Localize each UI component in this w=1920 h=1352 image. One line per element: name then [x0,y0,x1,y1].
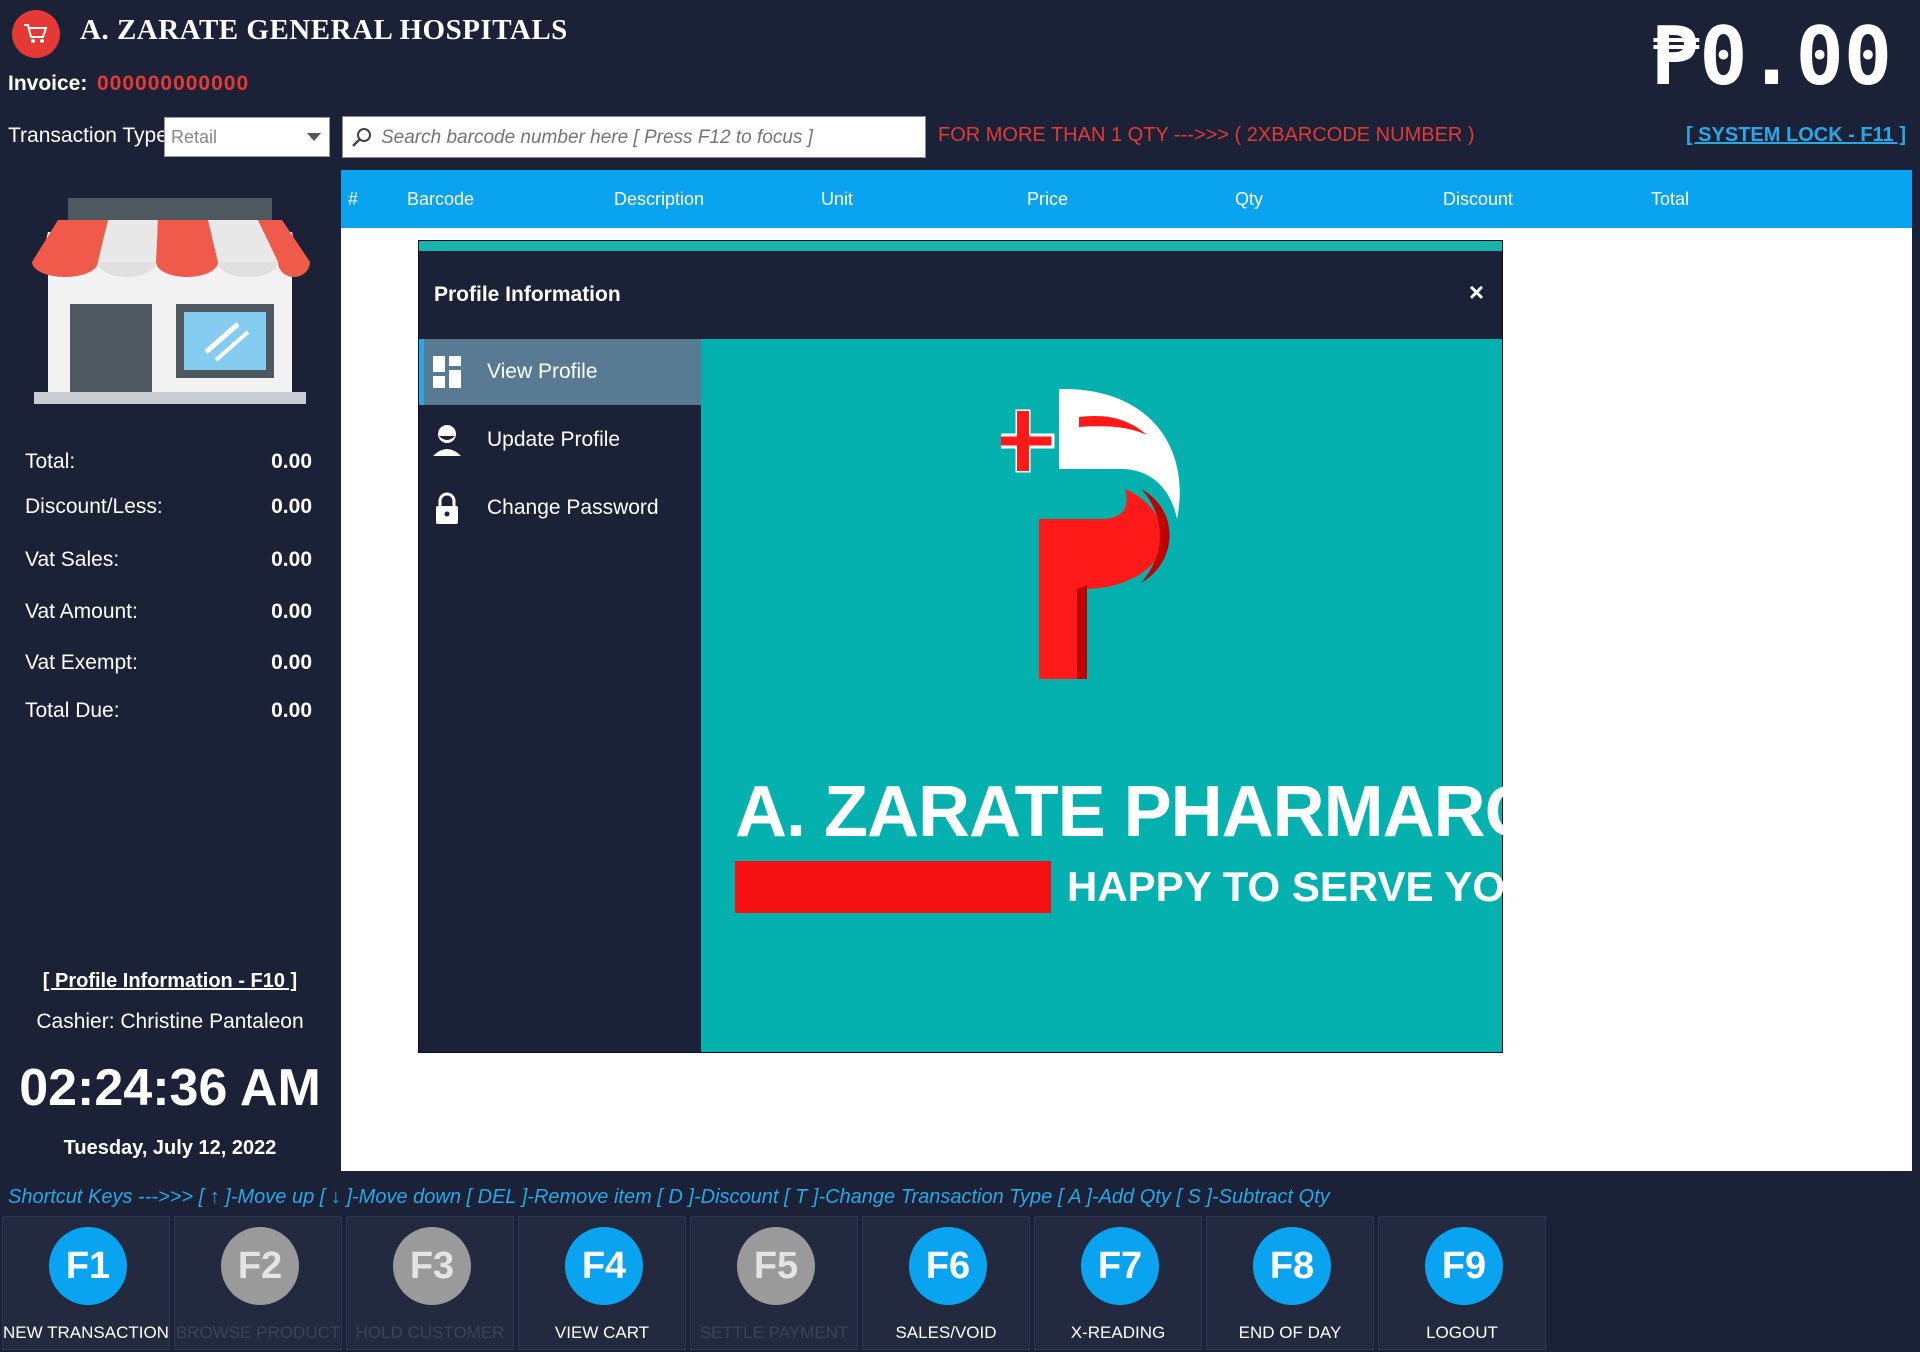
f7-x-reading-button[interactable]: F7 X-READING [1034,1216,1202,1350]
brand-tagline: HAPPY TO SERVE YOU! [1067,863,1550,910]
menu-item-update-profile[interactable]: Update Profile [419,407,701,473]
f1-new-transaction-button[interactable]: F1 NEW TRANSACTION [2,1216,170,1350]
f2-label: BROWSE PRODUCT [175,1323,341,1342]
f8-key-icon: F8 [1253,1227,1331,1305]
profile-menu: View Profile Update Profile Change Passw… [419,339,701,1052]
summary-vat-sales-label: Vat Sales: [25,548,120,571]
f2-browse-product-button[interactable]: F2 BROWSE PRODUCT [174,1216,342,1350]
menu-item-view-profile[interactable]: View Profile [419,339,701,405]
menu-item-change-password[interactable]: Change Password [419,475,701,541]
summary-discount-label: Discount/Less: [25,495,163,518]
f1-label: NEW TRANSACTION [3,1323,169,1342]
f3-key-icon: F3 [393,1227,471,1305]
f5-label: SETTLE PAYMENT [699,1323,849,1342]
f4-key-icon: F4 [565,1227,643,1305]
profile-content-panel: A. ZARATE PHARMARCY HAPPY TO SERVE YOU! [701,339,1584,1052]
column-header-price: Price [1027,189,1069,209]
summary-vat-amount-label: Vat Amount: [25,600,138,623]
f3-label: HOLD CUSTOMER [355,1323,505,1342]
f7-key-icon: F7 [1081,1227,1159,1305]
summary-vat-amount-value: 0.00 [271,600,312,623]
modal-title: Profile Information [434,283,621,306]
f6-sales-void-button[interactable]: F6 SALES/VOID [862,1216,1030,1350]
qty-note: FOR MORE THAN 1 QTY --->>> ( 2XBARCODE N… [938,124,1475,146]
app-title: A. ZARATE GENERAL HOSPITALS [80,14,568,46]
column-header-description: Description [614,189,705,209]
f4-label: VIEW CART [554,1323,650,1342]
column-header-discount: Discount [1443,189,1514,209]
summary-discount-value: 0.00 [271,495,312,518]
transaction-type-select[interactable]: Retail [164,117,330,157]
summary-total-label: Total: [25,450,76,473]
summary-vat-exempt-label: Vat Exempt: [25,651,138,674]
summary-total-due-label: Total Due: [25,699,120,722]
modal-accent-bar [419,241,1502,251]
column-header-barcode: Barcode [407,189,475,209]
f3-hold-customer-button[interactable]: F3 HOLD CUSTOMER [346,1216,514,1350]
summary-total-value: 0.00 [271,450,312,473]
user-icon [432,425,462,456]
column-header-unit: Unit [821,189,854,209]
f9-label: LOGOUT [1426,1323,1498,1342]
column-header-number: # [348,189,359,209]
f5-key-icon: F5 [737,1227,815,1305]
summary-vat-exempt-value: 0.00 [271,651,312,674]
f9-key-icon: F9 [1425,1227,1503,1305]
f6-key-icon: F6 [909,1227,987,1305]
menu-item-label: Update Profile [487,428,621,451]
clock: 02:24:36 AM [19,1059,321,1117]
f1-key-icon: F1 [49,1227,127,1305]
menu-item-label: View Profile [487,360,598,383]
f8-label: END OF DAY [1238,1323,1342,1342]
profile-information-link[interactable]: [ Profile Information - F10 ] [0,970,340,993]
cashier-name: Cashier: Christine Pantaleon [36,1010,304,1033]
brand-red-bar [735,861,1051,913]
transaction-type-label: Transaction Type: [8,124,174,147]
dashboard-icon [432,356,462,388]
table-header: # Barcode Description Unit Price Qty Dis… [341,170,1912,228]
f6-label: SALES/VOID [895,1323,997,1342]
column-header-qty: Qty [1235,189,1264,209]
f7-label: X-READING [1070,1323,1166,1342]
f4-view-cart-button[interactable]: F4 VIEW CART [518,1216,686,1350]
store-icon [28,192,312,415]
barcode-search-input[interactable] [379,117,923,159]
invoice-number: 000000000000 [97,72,250,95]
f9-logout-button[interactable]: F9 LOGOUT [1378,1216,1546,1350]
date: Tuesday, July 12, 2022 [63,1137,277,1159]
search-box[interactable] [342,116,926,159]
menu-item-label: Change Password [487,496,659,519]
f2-key-icon: F2 [221,1227,299,1305]
cart-icon [12,10,60,58]
total-amount-display: ₱0.00 [1651,10,1892,103]
summary-vat-sales-value: 0.00 [271,548,312,571]
f8-end-of-day-button[interactable]: F8 END OF DAY [1206,1216,1374,1350]
profile-information-modal: Profile Information × View Profile Updat… [418,240,1584,1053]
search-icon [351,127,373,154]
transaction-type-value: Retail [171,127,218,147]
f5-settle-payment-button[interactable]: F5 SETTLE PAYMENT [690,1216,858,1350]
shortcut-keys-hint: Shortcut Keys --->>> [ ↑ ]-Move up [ ↓ ]… [8,1186,1330,1208]
chevron-down-icon [307,133,321,141]
system-lock-link[interactable]: [ SYSTEM LOCK - F11 ] [1686,124,1906,147]
summary-total-due-value: 0.00 [271,699,312,722]
column-header-total: Total [1651,189,1690,209]
invoice-label: Invoice: [8,72,88,95]
lock-icon [432,492,462,524]
close-icon[interactable]: × [1469,277,1484,308]
pharmacy-logo [991,388,1191,714]
pharmacy-brand-name: A. ZARATE PHARMARCY [735,772,1584,852]
